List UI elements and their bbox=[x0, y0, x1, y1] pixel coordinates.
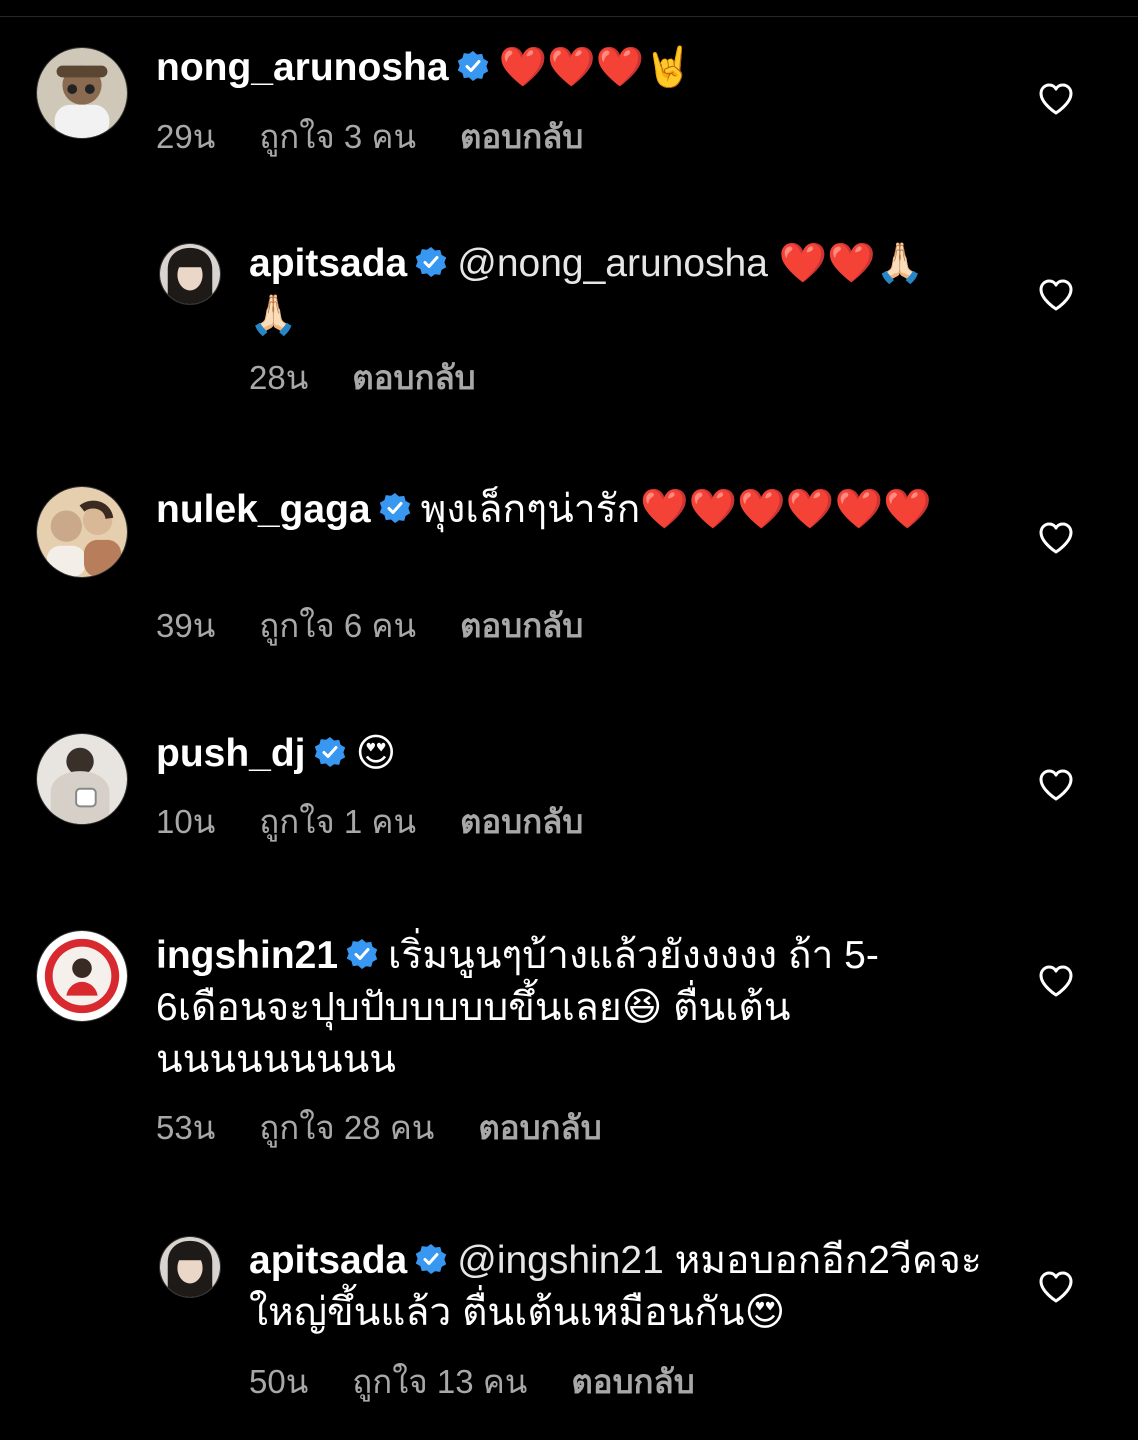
heart-outline-icon[interactable] bbox=[1036, 1267, 1076, 1307]
reply-button[interactable]: ตอบกลับ bbox=[460, 118, 583, 155]
comment-meta: 39น ถูกใจ 6 คน ตอบกลับ bbox=[156, 606, 627, 646]
comment-text: 😍 bbox=[355, 732, 397, 775]
reply-button[interactable]: ตอบกลับ bbox=[460, 803, 583, 840]
comment-time: 10น bbox=[156, 803, 216, 840]
verified-badge-icon bbox=[346, 938, 378, 970]
likes-count[interactable]: ถูกใจ 6 คน bbox=[259, 607, 416, 644]
reply-button[interactable]: ตอบกลับ bbox=[460, 607, 583, 644]
verified-badge-icon bbox=[415, 246, 447, 278]
comment-username[interactable]: apitsada bbox=[249, 242, 407, 285]
heart-outline-icon[interactable] bbox=[1036, 79, 1076, 119]
avatar[interactable] bbox=[36, 486, 128, 578]
reply-button[interactable]: ตอบกลับ bbox=[352, 359, 475, 396]
verified-badge-icon bbox=[415, 1243, 447, 1275]
heart-outline-icon[interactable] bbox=[1036, 765, 1076, 805]
comment-meta: 10น ถูกใจ 1 คน ตอบกลับ bbox=[156, 802, 627, 842]
comment-meta: 50น ถูกใจ 13 คน ตอบกลับ bbox=[249, 1362, 739, 1402]
comment-meta: 28น ตอบกลับ bbox=[249, 358, 520, 398]
top-divider bbox=[0, 16, 1138, 17]
comment-time: 50น bbox=[249, 1363, 309, 1400]
comment-body: push_dj 😍 bbox=[156, 728, 996, 780]
avatar[interactable] bbox=[36, 930, 128, 1022]
comment-username[interactable]: nong_arunosha bbox=[156, 46, 449, 89]
comment-time: 53น bbox=[156, 1109, 216, 1146]
verified-badge-icon bbox=[457, 50, 489, 82]
comment-body: nulek_gaga พุงเล็กๆน่ารัก❤️❤️❤️❤️❤️❤️ bbox=[156, 484, 996, 536]
likes-count[interactable]: ถูกใจ 28 คน bbox=[259, 1109, 434, 1146]
comment-body: apitsada @ingshin21 หมอบอกอีก2วีคจะใหญ่ขึ… bbox=[249, 1235, 989, 1339]
avatar[interactable] bbox=[36, 47, 128, 139]
comment-time: 28น bbox=[249, 359, 309, 396]
comment-meta: 29น ถูกใจ 3 คน ตอบกลับ bbox=[156, 117, 627, 157]
likes-count[interactable]: ถูกใจ 1 คน bbox=[259, 803, 416, 840]
mention-link[interactable]: @ingshin21 bbox=[457, 1239, 664, 1282]
verified-badge-icon bbox=[314, 736, 346, 768]
reply-button[interactable]: ตอบกลับ bbox=[571, 1363, 694, 1400]
heart-outline-icon[interactable] bbox=[1036, 275, 1076, 315]
avatar[interactable] bbox=[36, 733, 128, 825]
verified-badge-icon bbox=[379, 492, 411, 524]
comment-body: apitsada @nong_arunosha ❤️❤️🙏🏻🙏🏻 bbox=[249, 238, 969, 342]
avatar[interactable] bbox=[159, 243, 221, 305]
avatar[interactable] bbox=[159, 1236, 221, 1298]
comment-time: 29น bbox=[156, 118, 216, 155]
comment-time: 39น bbox=[156, 607, 216, 644]
comment-username[interactable]: push_dj bbox=[156, 732, 306, 775]
comment-meta: 53น ถูกใจ 28 คน ตอบกลับ bbox=[156, 1108, 646, 1148]
comment-username[interactable]: nulek_gaga bbox=[156, 488, 371, 531]
likes-count[interactable]: ถูกใจ 13 คน bbox=[352, 1363, 527, 1400]
comment-username[interactable]: apitsada bbox=[249, 1239, 407, 1282]
comment-username[interactable]: ingshin21 bbox=[156, 934, 338, 977]
comment-body: ingshin21 เริ่มนูนๆบ้างแล้วยังงงงง ถ้า 5-… bbox=[156, 930, 906, 1086]
mention-link[interactable]: @nong_arunosha bbox=[457, 242, 768, 285]
comment-text: พุงเล็กๆน่ารัก❤️❤️❤️❤️❤️❤️ bbox=[420, 488, 932, 531]
comment-text: ❤️❤️❤️🤘 bbox=[498, 46, 693, 89]
heart-outline-icon[interactable] bbox=[1036, 518, 1076, 558]
comment-body: nong_arunosha ❤️❤️❤️🤘 bbox=[156, 42, 996, 94]
heart-outline-icon[interactable] bbox=[1036, 961, 1076, 1001]
reply-button[interactable]: ตอบกลับ bbox=[478, 1109, 601, 1146]
likes-count[interactable]: ถูกใจ 3 คน bbox=[259, 118, 416, 155]
